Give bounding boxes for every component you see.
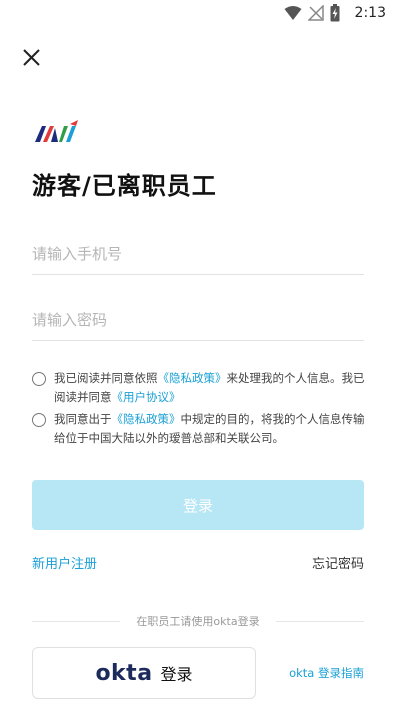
forgot-password-link[interactable]: 忘记密码 xyxy=(312,553,364,572)
consent-transfer: 我同意出于《隐私政策》中规定的目的，将我的个人信息传输给位于中国大陆以外的瑷普总… xyxy=(32,410,366,448)
okta-login-button[interactable]: okta 登录 xyxy=(32,647,256,699)
wifi-icon xyxy=(284,6,302,20)
consent-privacy-text: 我已阅读并同意依照《隐私政策》来处理我的个人信息。我已阅读并同意《用户协议》 xyxy=(54,369,366,407)
login-button[interactable]: 登录 xyxy=(32,480,364,530)
status-icons xyxy=(284,4,340,22)
status-time: 2:13 xyxy=(354,5,386,21)
privacy-policy-link[interactable]: 《隐私政策》 xyxy=(158,371,227,385)
user-agreement-link[interactable]: 《用户协议》 xyxy=(112,390,181,404)
consent-privacy-radio[interactable] xyxy=(32,372,46,386)
password-input[interactable] xyxy=(32,300,364,340)
consent-transfer-radio[interactable] xyxy=(32,413,46,427)
privacy-policy-link-2[interactable]: 《隐私政策》 xyxy=(112,412,181,426)
consent-2-text-a: 我同意出于 xyxy=(54,412,112,426)
brand-logo-icon xyxy=(35,120,78,142)
no-signal-icon xyxy=(308,5,324,21)
password-field[interactable] xyxy=(32,300,364,341)
battery-charging-icon xyxy=(330,4,340,22)
close-icon xyxy=(23,49,40,66)
okta-divider-text: 在职员工请使用okta登录 xyxy=(136,615,260,628)
okta-guide-link[interactable]: okta 登录指南 xyxy=(289,665,364,681)
consent-privacy: 我已阅读并同意依照《隐私政策》来处理我的个人信息。我已阅读并同意《用户协议》 xyxy=(32,369,366,407)
consent-1-text-a: 我已阅读并同意依照 xyxy=(54,371,158,385)
phone-input[interactable] xyxy=(32,234,364,274)
okta-login-label: 登录 xyxy=(160,665,193,684)
register-link[interactable]: 新用户注册 xyxy=(32,553,97,572)
page-title: 游客/已离职员工 xyxy=(32,172,217,200)
status-bar: 2:13 xyxy=(0,0,396,28)
brand-logo xyxy=(32,118,80,146)
close-button[interactable] xyxy=(18,44,46,72)
consent-transfer-text: 我同意出于《隐私政策》中规定的目的，将我的个人信息传输给位于中国大陆以外的瑷普总… xyxy=(54,410,366,448)
phone-field[interactable] xyxy=(32,234,364,275)
okta-logo: okta xyxy=(95,660,153,686)
